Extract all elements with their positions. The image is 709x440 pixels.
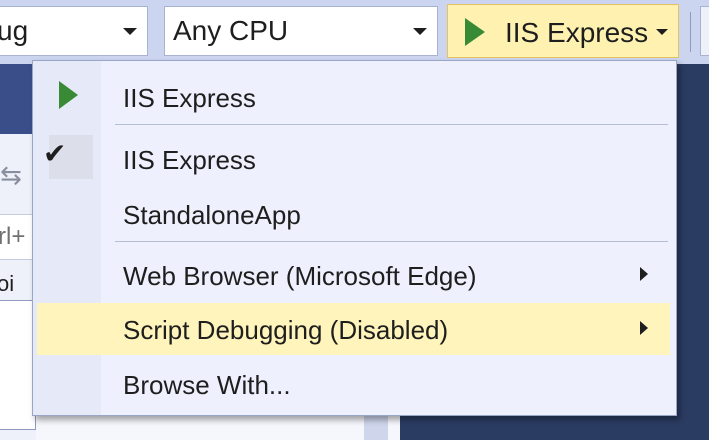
navigate-arrows-icon: ⇆ <box>0 160 22 190</box>
chevron-right-icon <box>640 321 648 335</box>
menu-item-label: Web Browser (Microsoft Edge) <box>123 261 477 291</box>
ide-window: ⇆ rl+ oi ug Any CPU IIS Express IIS Expr… <box>0 0 709 440</box>
toolbar-separator <box>690 12 691 52</box>
menu-item-label: IIS Express <box>123 83 256 113</box>
menu-item-label: StandaloneApp <box>123 200 301 230</box>
menu-item-label: Browse With... <box>123 370 291 400</box>
solution-platform-value: Any CPU <box>173 15 289 46</box>
play-icon <box>59 81 78 109</box>
solution-platform-combo[interactable]: Any CPU <box>164 6 438 56</box>
left-panel-header <box>0 64 36 134</box>
left-panel-fragment: ⇆ rl+ oi <box>0 64 36 440</box>
debug-target-menu: IIS Express ✔ IIS Express StandaloneApp … <box>32 60 677 416</box>
toolbar: ug Any CPU IIS Express <box>0 0 709 64</box>
menu-separator <box>115 124 668 125</box>
search-input-fragment[interactable]: rl+ <box>0 214 36 260</box>
chevron-down-icon <box>123 28 137 35</box>
menu-item-browse-with[interactable]: Browse With... <box>33 358 676 410</box>
chevron-down-icon[interactable] <box>656 29 668 35</box>
menu-item-standaloneapp[interactable]: StandaloneApp <box>33 188 676 240</box>
solution-configuration-combo[interactable]: ug <box>0 6 148 56</box>
start-debugging-button[interactable]: IIS Express <box>447 4 679 58</box>
menu-separator <box>115 241 668 242</box>
checkmark-icon: ✔ <box>43 137 67 170</box>
menu-item-label: Script Debugging (Disabled) <box>123 315 449 345</box>
solution-configuration-value: ug <box>0 15 29 46</box>
chevron-down-icon <box>413 28 427 35</box>
start-debugging-label: IIS Express <box>505 17 649 48</box>
menu-item-web-browser[interactable]: Web Browser (Microsoft Edge) <box>33 249 676 301</box>
play-icon <box>465 18 485 46</box>
chevron-right-icon <box>640 267 648 281</box>
search-input-text: rl+ <box>0 223 26 250</box>
menu-item-script-debugging[interactable]: Script Debugging (Disabled) <box>33 303 676 355</box>
menu-item-run-iis-express[interactable]: IIS Express <box>33 71 676 123</box>
tooltip-fragment-text: oi <box>0 271 15 296</box>
menu-item-label: IIS Express <box>123 145 256 175</box>
menu-item-iis-express[interactable]: ✔ IIS Express <box>33 133 676 185</box>
toolbar-next-control[interactable] <box>700 6 709 56</box>
tooltip-fragment: oi <box>0 271 36 430</box>
